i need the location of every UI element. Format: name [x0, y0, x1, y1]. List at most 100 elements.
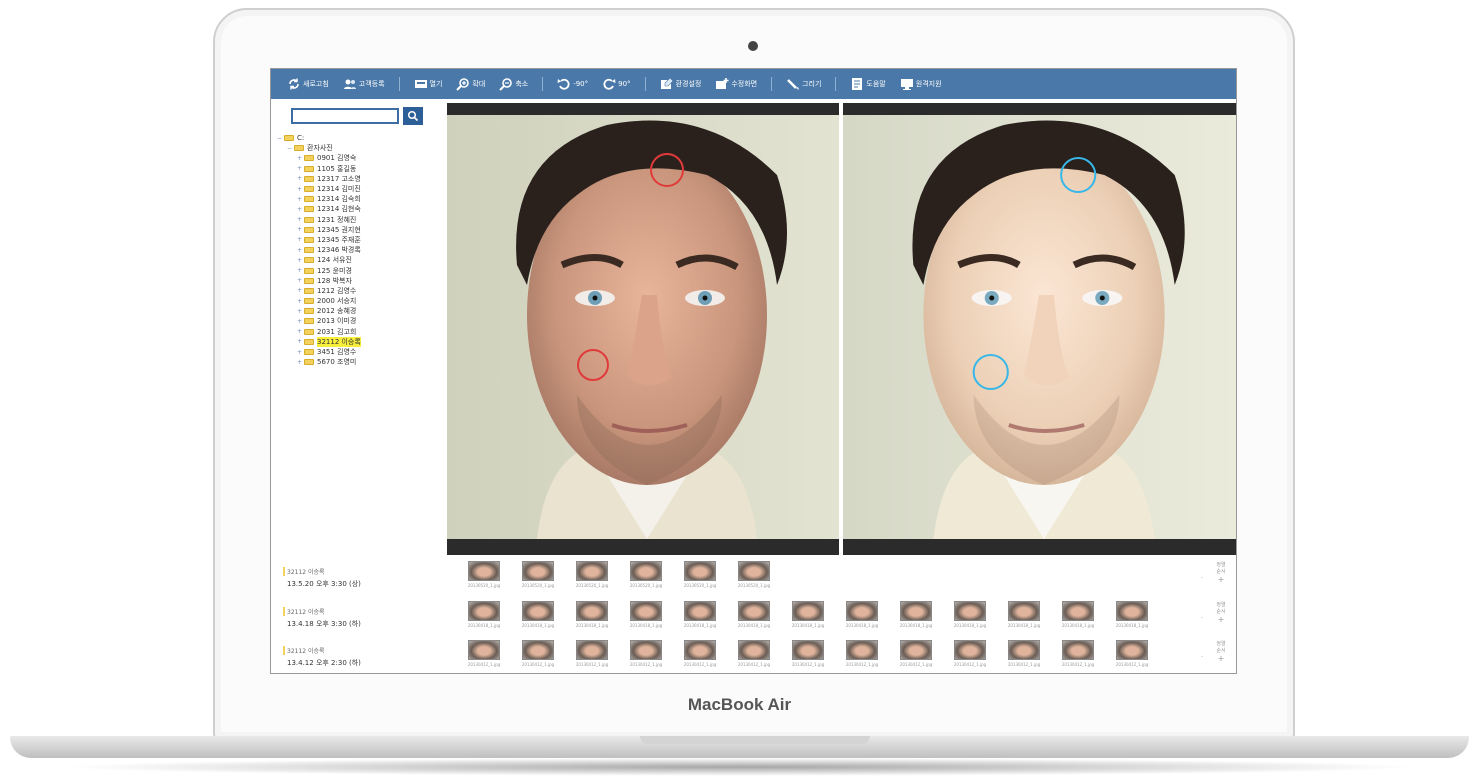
expand-icon[interactable]: +: [297, 277, 304, 284]
expand-icon[interactable]: +: [297, 308, 304, 315]
tree-item[interactable]: +12317 고소영: [277, 174, 437, 184]
tree-item[interactable]: +12345 권지현: [277, 225, 437, 235]
sort-minus[interactable]: -: [1201, 654, 1203, 660]
expand-icon[interactable]: +: [297, 196, 304, 203]
sort-control[interactable]: - 정렬 순서 +: [1201, 601, 1231, 624]
thumbnail[interactable]: 20130418_1.jpg: [619, 601, 673, 628]
sort-control[interactable]: - 정렬 순서 +: [1201, 561, 1231, 584]
thumbnail[interactable]: 20130418_1.jpg: [835, 601, 889, 628]
thumbnail[interactable]: 20130412_1.jpg: [997, 640, 1051, 667]
thumbnail[interactable]: 20130418_1.jpg: [943, 601, 997, 628]
expand-icon[interactable]: +: [297, 328, 304, 335]
thumbnail[interactable]: 20130412_1.jpg: [619, 640, 673, 667]
thumbnail[interactable]: 20130412_1.jpg: [673, 640, 727, 667]
zoom-in-button[interactable]: 확대: [456, 77, 485, 91]
expand-icon[interactable]: +: [297, 216, 304, 223]
thumbnail[interactable]: 20130418_1.jpg: [511, 601, 565, 628]
thumbnail[interactable]: 20130412_1.jpg: [457, 640, 511, 667]
thumbnail[interactable]: 20130412_1.jpg: [781, 640, 835, 667]
tree-item[interactable]: +12314 김현숙: [277, 204, 437, 214]
thumbnail[interactable]: 20130418_1.jpg: [1105, 601, 1159, 628]
thumbnail[interactable]: 20130412_1.jpg: [889, 640, 943, 667]
draw-button[interactable]: 그리기: [786, 77, 821, 91]
thumbnail[interactable]: 20130418_1.jpg: [781, 601, 835, 628]
search-input[interactable]: [291, 108, 399, 124]
tree-item[interactable]: +12314 김미진: [277, 184, 437, 194]
thumbnail[interactable]: 20130520_1.jpg: [673, 561, 727, 588]
expand-icon[interactable]: +: [297, 257, 304, 264]
tree-item[interactable]: +2013 이미경: [277, 316, 437, 326]
expand-icon[interactable]: +: [297, 267, 304, 274]
session-label[interactable]: 32112 이승록 13.4.12 오후 2:30 (하): [283, 646, 361, 668]
zoom-out-button[interactable]: 축소: [499, 77, 528, 91]
tree-item[interactable]: +2000 서승지: [277, 296, 437, 306]
collapse-icon[interactable]: −: [277, 135, 284, 142]
edit-screen-button[interactable]: 수정화면: [715, 77, 757, 91]
tree-item[interactable]: +128 박복자: [277, 276, 437, 286]
register-customer-button[interactable]: 고객등록: [343, 77, 385, 91]
thumbnail[interactable]: 20130418_1.jpg: [457, 601, 511, 628]
tree-item[interactable]: +2012 송혜경: [277, 306, 437, 316]
thumbnail[interactable]: 20130520_1.jpg: [565, 561, 619, 588]
thumbnail[interactable]: 20130520_1.jpg: [511, 561, 565, 588]
sort-plus[interactable]: +: [1211, 654, 1231, 663]
thumbnail[interactable]: 20130418_1.jpg: [727, 601, 781, 628]
thumbnail[interactable]: 20130418_1.jpg: [1051, 601, 1105, 628]
rotate-right-button[interactable]: 90°: [602, 77, 631, 91]
expand-icon[interactable]: +: [297, 349, 304, 356]
tree-item[interactable]: +3451 김영수: [277, 347, 437, 357]
sort-control[interactable]: - 정렬 순서 +: [1201, 640, 1231, 663]
tree-item[interactable]: +1105 홍길동: [277, 164, 437, 174]
tree-root[interactable]: − C:: [277, 133, 437, 143]
tree-item[interactable]: +1231 정혜진: [277, 215, 437, 225]
thumbnail[interactable]: 20130418_1.jpg: [997, 601, 1051, 628]
tree-item[interactable]: +12345 주재훈: [277, 235, 437, 245]
expand-icon[interactable]: +: [297, 338, 304, 345]
thumbnail[interactable]: 20130412_1.jpg: [943, 640, 997, 667]
thumbnail[interactable]: 20130418_1.jpg: [565, 601, 619, 628]
session-label[interactable]: 32112 이승록 13.4.18 오후 3:30 (하): [283, 607, 361, 629]
expand-icon[interactable]: +: [297, 155, 304, 162]
before-face-photo[interactable]: [447, 115, 839, 539]
refresh-button[interactable]: 새로고침: [287, 77, 329, 91]
expand-icon[interactable]: +: [297, 165, 304, 172]
expand-icon[interactable]: +: [297, 226, 304, 233]
remote-support-button[interactable]: 원격지원: [900, 77, 942, 91]
thumbnail[interactable]: 20130520_1.jpg: [619, 561, 673, 588]
expand-icon[interactable]: +: [297, 318, 304, 325]
tree-item[interactable]: +32112 이승록: [277, 336, 437, 347]
expand-icon[interactable]: +: [297, 359, 304, 366]
thumbnail[interactable]: 20130418_1.jpg: [889, 601, 943, 628]
thumbnail[interactable]: 20130412_1.jpg: [565, 640, 619, 667]
thumbnail[interactable]: 20130412_1.jpg: [727, 640, 781, 667]
thumbnail[interactable]: 20130412_1.jpg: [511, 640, 565, 667]
sort-plus[interactable]: +: [1211, 615, 1231, 624]
expand-icon[interactable]: +: [297, 287, 304, 294]
tree-item[interactable]: +5670 조영미: [277, 357, 437, 367]
tree-item[interactable]: +124 서유진: [277, 255, 437, 265]
expand-icon[interactable]: +: [297, 236, 304, 243]
tree-item[interactable]: +1212 김영수: [277, 286, 437, 296]
thumbnail[interactable]: 20130418_1.jpg: [673, 601, 727, 628]
sort-plus[interactable]: +: [1211, 575, 1231, 584]
thumbnail[interactable]: 20130412_1.jpg: [1105, 640, 1159, 667]
tree-item[interactable]: +0901 김영숙: [277, 153, 437, 163]
search-button[interactable]: [403, 107, 423, 125]
settings-button[interactable]: 환경설정: [660, 77, 701, 91]
collapse-icon[interactable]: −: [287, 145, 294, 152]
tree-item[interactable]: +12314 김숙희: [277, 194, 437, 204]
tree-item[interactable]: +2031 김고희: [277, 327, 437, 337]
expand-icon[interactable]: +: [297, 206, 304, 213]
thumbnail[interactable]: 20130412_1.jpg: [835, 640, 889, 667]
expand-icon[interactable]: +: [297, 175, 304, 182]
tree-item[interactable]: +12346 박경록: [277, 245, 437, 255]
expand-icon[interactable]: +: [297, 186, 304, 193]
expand-icon[interactable]: +: [297, 298, 304, 305]
expand-icon[interactable]: +: [297, 247, 304, 254]
help-button[interactable]: 도움말: [850, 77, 886, 91]
sort-minus[interactable]: -: [1201, 615, 1203, 621]
tree-item[interactable]: +125 윤미경: [277, 265, 437, 275]
after-face-photo[interactable]: [843, 115, 1237, 539]
session-label[interactable]: 32112 이승록 13.5.20 오후 3:30 (상): [283, 567, 361, 589]
sort-minus[interactable]: -: [1201, 575, 1203, 581]
